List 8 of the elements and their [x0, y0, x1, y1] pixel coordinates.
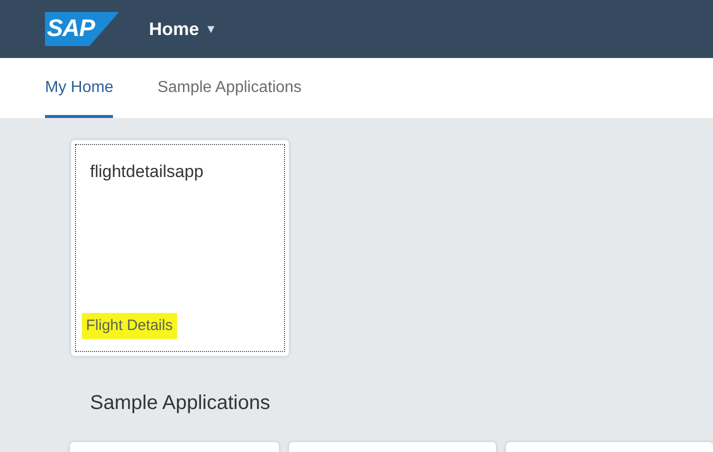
home-menu-button[interactable]: Home ▼ — [149, 16, 217, 42]
tile-title: flightdetailsapp — [90, 161, 204, 183]
tab[interactable]: Sample Applications — [157, 58, 302, 118]
sap-logo[interactable]: SAP — [45, 12, 119, 46]
section-title: Sample Applications — [89, 391, 272, 416]
app-tile[interactable]: flightdetailsapp Flight Details — [71, 140, 289, 356]
tab[interactable]: My Home — [45, 58, 114, 118]
tile-subtitle: Flight Details — [82, 312, 177, 339]
